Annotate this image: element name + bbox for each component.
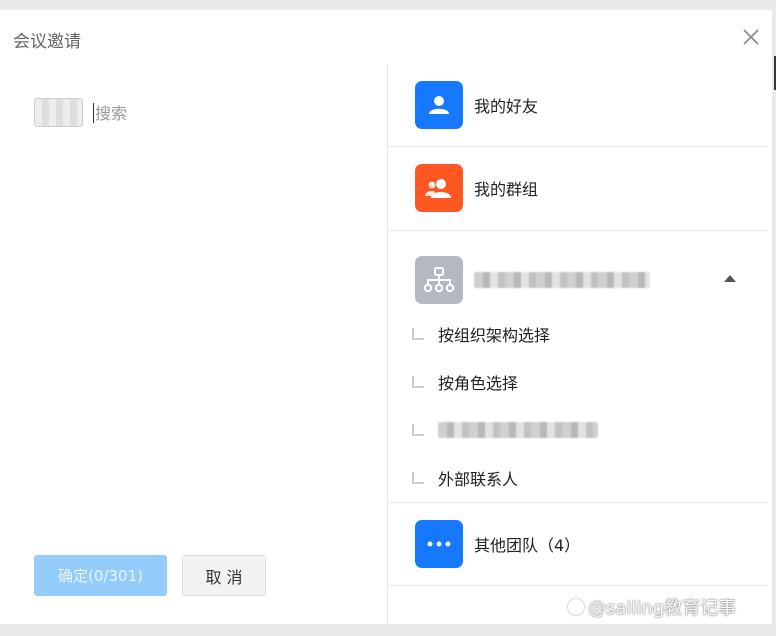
tree-branch-icon [412, 424, 424, 436]
subitem-label: 按组织架构选择 [438, 326, 551, 345]
org-tree-icon [415, 256, 463, 304]
divider [388, 230, 768, 231]
org-subitem-by-role[interactable]: 按角色选择 [412, 368, 518, 396]
tree-branch-icon [412, 328, 424, 340]
my-friends-item[interactable]: 我的好友 [388, 64, 768, 146]
tree-branch-icon [412, 376, 424, 388]
meeting-invite-dialog: 会议邀请 确定(0/301) 取 消 我的好友 [0, 10, 772, 624]
dialog-title: 会议邀请 [13, 32, 81, 52]
collapse-caret-icon[interactable] [724, 275, 736, 282]
subitem-label-redacted [438, 422, 598, 438]
search-input[interactable] [95, 101, 365, 125]
text-cursor [93, 103, 94, 123]
right-panel: 我的好友 我的群组 按组织架构选择 按角色选择 外部联系人 其他团队（4） [388, 64, 772, 624]
subitem-label: 按角色选择 [438, 374, 519, 393]
tree-branch-icon [412, 472, 424, 484]
watermark-text: @sailing教育记事 [588, 598, 737, 619]
selected-member-chip[interactable] [34, 98, 83, 127]
subitem-label: 外部联系人 [438, 470, 519, 489]
org-subitem-by-structure[interactable]: 按组织架构选择 [412, 320, 550, 348]
confirm-button[interactable]: 确定(0/301) [34, 555, 167, 596]
divider [388, 585, 768, 586]
my-groups-item[interactable]: 我的群组 [388, 147, 768, 229]
other-teams-label: 其他团队（4） [474, 536, 581, 555]
org-subitem-redacted[interactable] [412, 416, 598, 444]
watermark: @sailing教育记事 [568, 594, 736, 620]
more-icon [415, 520, 463, 568]
close-icon[interactable] [740, 26, 762, 48]
my-groups-label: 我的群组 [474, 180, 539, 199]
left-panel: 确定(0/301) 取 消 [0, 64, 388, 624]
watermark-logo-icon [568, 599, 584, 615]
my-friends-label: 我的好友 [474, 97, 539, 116]
user-icon [415, 81, 463, 129]
organization-item[interactable] [388, 239, 768, 321]
cancel-button[interactable]: 取 消 [182, 555, 266, 596]
organization-name-redacted [474, 272, 650, 288]
other-teams-item[interactable]: 其他团队（4） [388, 503, 768, 585]
org-subitem-external-contacts[interactable]: 外部联系人 [412, 464, 518, 492]
group-icon [415, 164, 463, 212]
